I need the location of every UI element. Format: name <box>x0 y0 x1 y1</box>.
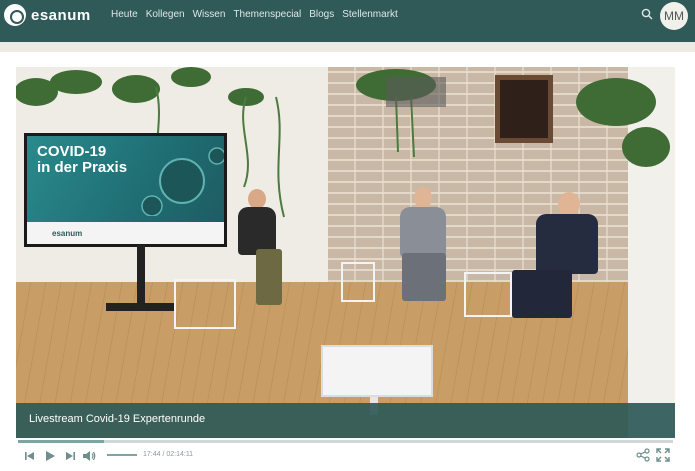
guest-man-right <box>506 192 616 332</box>
user-avatar[interactable]: MM <box>660 2 688 30</box>
tv-stand-base <box>106 303 176 311</box>
virus-graphic <box>141 147 224 216</box>
fullscreen-icon[interactable] <box>656 448 670 462</box>
nav-item-themenspecial[interactable]: Themenspecial <box>233 9 301 20</box>
volume-icon[interactable] <box>82 450 96 462</box>
nav-item-stellenmarkt[interactable]: Stellenmarkt <box>342 9 398 20</box>
brand-name: esanum <box>31 6 91 24</box>
screen-title-line2: in der Praxis <box>37 159 128 176</box>
tv-screen: COVID-19 in der Praxis esanum <box>24 133 227 247</box>
nav-item-kollegen[interactable]: Kollegen <box>146 9 185 20</box>
nav-item-wissen[interactable]: Wissen <box>193 9 226 20</box>
video-caption: Livestream Covid-19 Expertenrunde <box>29 413 206 425</box>
esanum-logo-icon <box>4 4 26 26</box>
side-table-middle <box>341 262 375 302</box>
volume-slider[interactable] <box>107 454 137 456</box>
progress-fill <box>18 440 105 443</box>
side-table-right <box>464 272 512 317</box>
search-icon[interactable] <box>641 8 653 20</box>
nav-item-blogs[interactable]: Blogs <box>309 9 334 20</box>
skip-forward-icon[interactable] <box>64 450 76 462</box>
main-nav: Heute Kollegen Wissen Themenspecial Blog… <box>111 9 398 20</box>
video-caption-bar: Livestream Covid-19 Expertenrunde <box>16 403 675 438</box>
skip-back-icon[interactable] <box>24 450 36 462</box>
screen-title: COVID-19 in der Praxis <box>37 144 127 176</box>
nav-item-heute[interactable]: Heute <box>111 9 138 20</box>
tv-stand <box>137 245 145 307</box>
video-controls: 17:44 / 02:14:11 <box>16 438 675 471</box>
top-navigation-bar: esanum Heute Kollegen Wissen Themenspeci… <box>0 0 695 42</box>
progress-bar[interactable] <box>18 440 673 443</box>
screen-title-line1: COVID-19 <box>37 143 107 160</box>
video-player[interactable]: COVID-19 in der Praxis esanum <box>16 67 675 438</box>
screen-footer: esanum <box>27 222 224 244</box>
share-icon[interactable] <box>636 448 650 462</box>
side-table-left <box>174 279 236 329</box>
time-display: 17:44 / 02:14:11 <box>143 451 194 458</box>
play-icon[interactable] <box>44 450 56 462</box>
floor-monitor <box>321 345 433 397</box>
presenter-woman <box>234 189 294 319</box>
wall-painting <box>495 75 553 143</box>
esanum-logo[interactable]: esanum <box>4 4 91 26</box>
guest-man-center <box>394 187 454 317</box>
screen-logo: esanum <box>52 229 83 238</box>
